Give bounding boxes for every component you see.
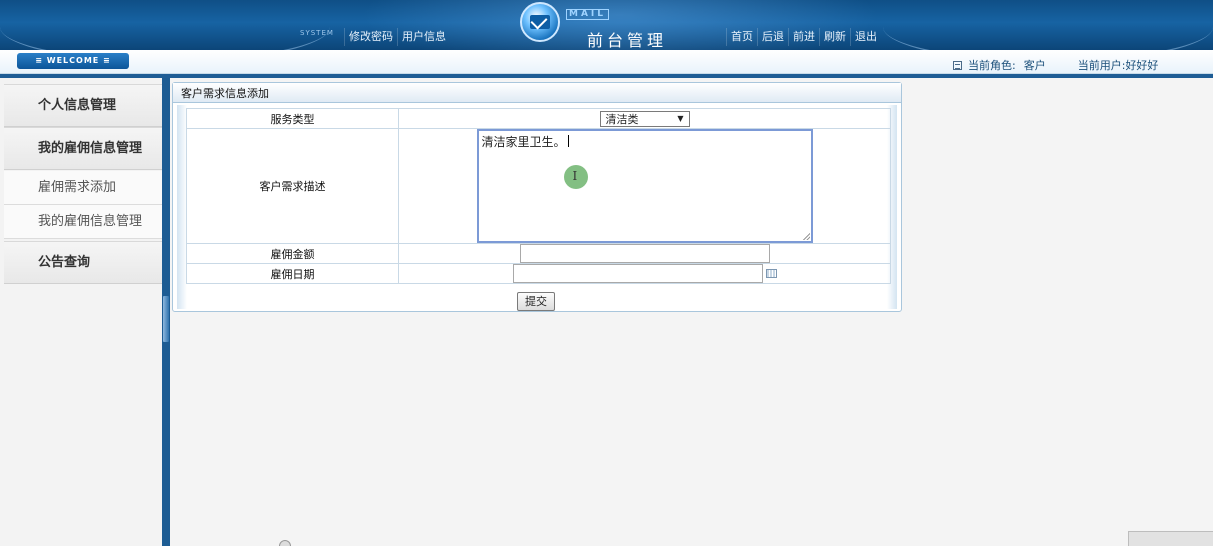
- status-widget: [1128, 531, 1213, 546]
- dropdown-arrow-icon: ▼: [677, 114, 684, 123]
- nav-user-info[interactable]: 用户信息: [397, 28, 450, 46]
- form-row-service-type: 服务类型 清洁类 ▼: [186, 108, 891, 129]
- splitter-handle[interactable]: [163, 296, 169, 342]
- nav-logout[interactable]: 退出: [850, 28, 881, 46]
- text-caret: [567, 135, 569, 147]
- mail-label: MAIL: [566, 9, 610, 20]
- description-textarea[interactable]: 清洁家里卫生。: [476, 129, 813, 243]
- header-divider: [0, 74, 1213, 78]
- form-row-description: 客户需求描述 清洁家里卫生。: [186, 128, 891, 244]
- sidebar-item-my-employment-info[interactable]: 我的雇佣信息管理: [4, 205, 162, 239]
- info-icon: [953, 60, 962, 70]
- sidebar-item-add-demand[interactable]: 雇佣需求添加: [4, 171, 162, 205]
- amount-label: 雇佣金额: [186, 243, 399, 264]
- amount-input[interactable]: [519, 244, 770, 263]
- form-table: 服务类型 清洁类 ▼ 客户需求描述 清洁家里卫生。 雇佣金额: [186, 108, 891, 284]
- nav-refresh[interactable]: 刷新: [819, 28, 850, 46]
- form-row-amount: 雇佣金额: [186, 243, 891, 264]
- mail-logo-icon: [520, 2, 560, 42]
- role-value: 客户: [1023, 59, 1046, 72]
- panel-title: 客户需求信息添加: [173, 83, 901, 103]
- submit-button[interactable]: 提交: [517, 292, 555, 311]
- panel-body: 服务类型 清洁类 ▼ 客户需求描述 清洁家里卫生。 雇佣金额: [177, 105, 897, 311]
- date-input[interactable]: [512, 264, 763, 283]
- nav-forward[interactable]: 前进: [788, 28, 819, 46]
- resize-grip-icon[interactable]: [802, 233, 810, 240]
- user-info: 当前角色: 客户 当前用户: 好好好: [953, 57, 1158, 73]
- app-title: 前台管理: [587, 31, 668, 50]
- user-value: 好好好: [1125, 59, 1159, 72]
- role-label: 当前角色:: [968, 59, 1016, 72]
- service-type-label: 服务类型: [186, 108, 399, 129]
- sidebar-item-announcements[interactable]: 公告查询: [4, 241, 162, 284]
- nav-left: 修改密码 用户信息: [344, 28, 450, 46]
- system-label: SYSTEM: [300, 29, 334, 37]
- nav-change-password[interactable]: 修改密码: [344, 28, 397, 46]
- service-type-value: 清洁类: [605, 112, 639, 126]
- scroll-indicator-icon: [279, 540, 291, 546]
- description-text: 清洁家里卫生。: [481, 135, 566, 149]
- user-label: 当前用户:: [1077, 59, 1126, 72]
- welcome-badge: ≡ WELCOME ≡: [17, 53, 129, 69]
- sidebar: 个人信息管理 我的雇佣信息管理 雇佣需求添加 我的雇佣信息管理 公告查询: [0, 78, 162, 546]
- nav-back[interactable]: 后退: [757, 28, 788, 46]
- banner-swoosh-left: [0, 0, 330, 50]
- top-banner: SYSTEM 修改密码 用户信息 MAIL 前台管理 首页 后退 前进 刷新 退…: [0, 0, 1213, 50]
- sidebar-item-my-employment[interactable]: 我的雇佣信息管理: [4, 127, 162, 170]
- form-row-date: 雇佣日期: [186, 263, 891, 284]
- service-type-select[interactable]: 清洁类 ▼: [599, 110, 690, 127]
- demand-form-panel: 客户需求信息添加 服务类型 清洁类 ▼ 客户需求描述 清洁家里卫生。 雇佣金额: [172, 82, 902, 312]
- description-label: 客户需求描述: [186, 128, 399, 244]
- nav-home[interactable]: 首页: [726, 28, 757, 46]
- nav-right: 首页 后退 前进 刷新 退出: [726, 28, 881, 46]
- calendar-icon[interactable]: [765, 269, 777, 278]
- banner-swoosh-right: [883, 0, 1213, 50]
- date-label: 雇佣日期: [186, 263, 399, 284]
- welcome-bar: ≡ WELCOME ≡ 当前角色: 客户 当前用户: 好好好: [0, 50, 1213, 74]
- mouse-cursor-icon: [563, 165, 588, 189]
- sidebar-item-personal-info[interactable]: 个人信息管理: [4, 84, 162, 127]
- envelope-icon: [530, 15, 550, 29]
